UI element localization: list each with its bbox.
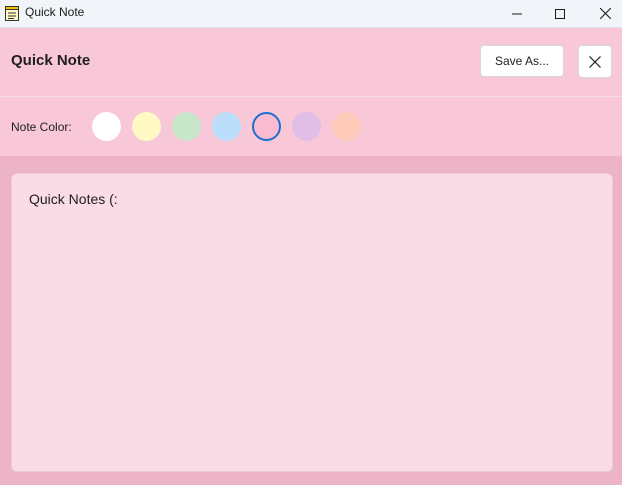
minimize-button[interactable] (494, 0, 540, 27)
close-icon (599, 8, 611, 19)
window-title: Quick Note (25, 5, 85, 19)
app-header: Quick Note Save As... (0, 28, 622, 97)
close-note-button[interactable] (578, 45, 612, 78)
minimize-icon (512, 13, 522, 14)
note-content: Quick Notes (: (29, 191, 118, 207)
color-swatch-green[interactable] (172, 112, 201, 141)
save-as-button[interactable]: Save As... (480, 45, 564, 77)
color-swatch-pink[interactable] (252, 112, 281, 141)
color-swatch-yellow[interactable] (132, 112, 161, 141)
notepad-icon (5, 6, 19, 21)
maximize-button[interactable] (537, 0, 583, 27)
color-swatch-purple[interactable] (292, 112, 321, 141)
note-color-label: Note Color: (11, 120, 72, 134)
color-swatch-orange[interactable] (332, 112, 361, 141)
maximize-icon (555, 8, 565, 19)
note-color-bar: Note Color: (0, 97, 622, 157)
window-close-button[interactable] (582, 0, 622, 27)
color-swatch-blue[interactable] (212, 112, 241, 141)
note-textarea[interactable]: Quick Notes (: (11, 173, 613, 472)
color-swatch-white[interactable] (92, 112, 121, 141)
title-bar: Quick Note (0, 0, 622, 28)
close-icon (589, 55, 601, 68)
page-title: Quick Note (11, 52, 91, 69)
